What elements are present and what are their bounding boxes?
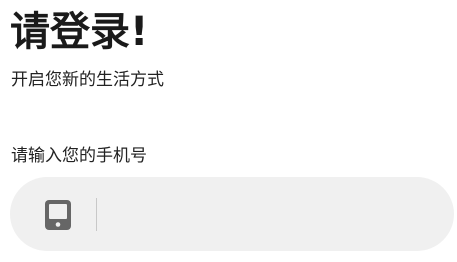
phone-number-input[interactable] [110, 189, 430, 239]
phone-field-label: 请输入您的手机号 [11, 146, 147, 166]
page-title: 请登录! [10, 9, 149, 55]
page-subtitle: 开启您新的生活方式 [11, 70, 164, 90]
mobile-phone-icon [45, 200, 71, 230]
field-divider [96, 198, 97, 231]
phone-input-container[interactable] [10, 177, 454, 251]
login-page: 请登录! 开启您新的生活方式 请输入您的手机号 [0, 0, 457, 262]
